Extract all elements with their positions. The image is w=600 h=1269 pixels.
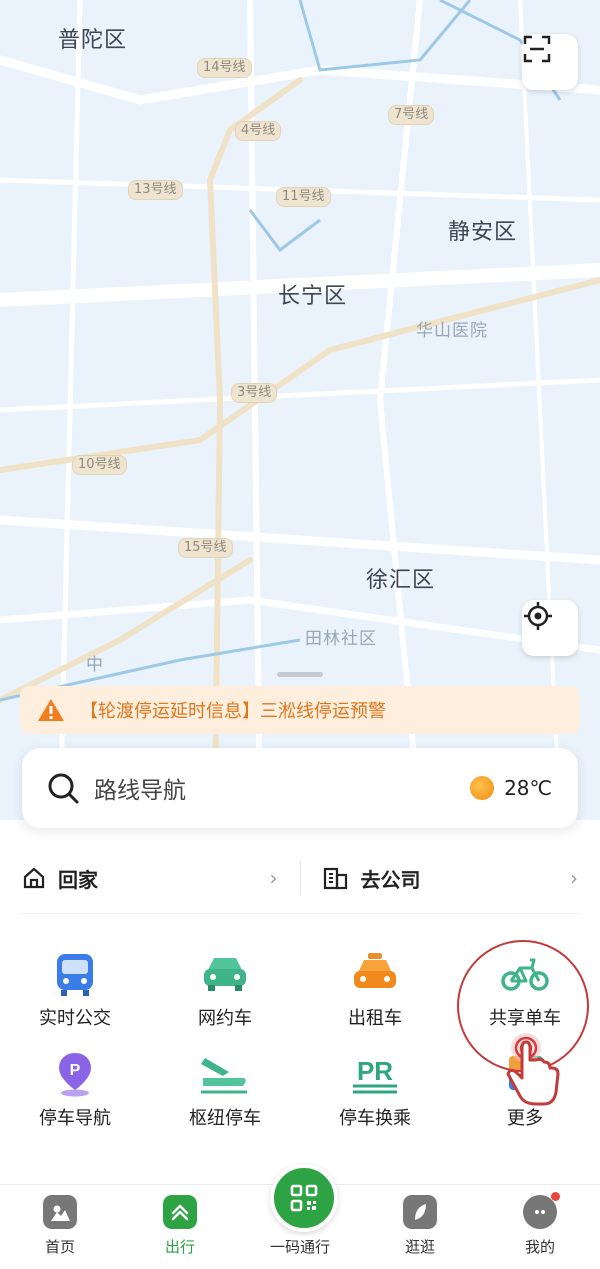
travel-icon bbox=[163, 1195, 197, 1229]
home-outline-icon bbox=[22, 866, 46, 890]
quick-destinations: 回家 › 去公司 › bbox=[0, 848, 600, 908]
service-parking-navigation[interactable]: P 停车导航 bbox=[0, 1048, 150, 1130]
temperature: 28℃ bbox=[504, 776, 552, 800]
go-home-label: 回家 bbox=[58, 864, 270, 893]
locate-button[interactable] bbox=[522, 600, 578, 656]
route-search-bar[interactable]: 路线导航 28℃ bbox=[22, 748, 578, 828]
chevron-right-icon: › bbox=[270, 866, 278, 890]
metro-line-label: 4号线 bbox=[235, 121, 281, 141]
tab-label: 首页 bbox=[0, 1236, 120, 1257]
search-placeholder: 路线导航 bbox=[94, 771, 470, 805]
explore-icon bbox=[403, 1195, 437, 1229]
metro-line-label: 15号线 bbox=[178, 538, 233, 558]
taxi-icon bbox=[350, 951, 400, 997]
service-ride-hailing[interactable]: 网约车 bbox=[150, 948, 300, 1030]
qr-code-icon bbox=[289, 1183, 319, 1213]
service-park-and-ride[interactable]: PR 停车换乘 bbox=[300, 1048, 450, 1130]
metro-line-label: 14号线 bbox=[197, 58, 252, 78]
tab-explore[interactable]: 逛逛 bbox=[360, 1195, 480, 1257]
service-label: 网约车 bbox=[150, 1004, 300, 1030]
district-label: 静安区 bbox=[448, 214, 517, 246]
qr-code-button[interactable] bbox=[270, 1164, 338, 1232]
tab-home[interactable]: 首页 bbox=[0, 1195, 120, 1257]
notice-text: 【轮渡停运延时信息】三淞线停运预警 bbox=[80, 697, 386, 723]
go-company-label: 去公司 bbox=[361, 864, 571, 893]
tab-travel[interactable]: 出行 bbox=[120, 1195, 240, 1257]
tab-one-code[interactable]: 一码通行 bbox=[240, 1229, 360, 1257]
service-label: 停车导航 bbox=[0, 1104, 150, 1130]
profile-icon bbox=[523, 1195, 557, 1229]
svg-text:PR: PR bbox=[357, 1056, 393, 1086]
service-hub-parking[interactable]: 枢纽停车 bbox=[150, 1048, 300, 1130]
scan-button[interactable] bbox=[522, 34, 578, 90]
service-taxi[interactable]: 出租车 bbox=[300, 948, 450, 1030]
divider bbox=[20, 913, 580, 914]
go-home-button[interactable]: 回家 › bbox=[0, 864, 300, 893]
service-bus[interactable]: 实时公交 bbox=[0, 948, 150, 1030]
service-label: 实时公交 bbox=[0, 1004, 150, 1030]
metro-line-label: 11号线 bbox=[276, 187, 331, 207]
service-label: 枢纽停车 bbox=[150, 1104, 300, 1130]
chevron-right-icon: › bbox=[570, 866, 578, 890]
tab-label: 出行 bbox=[120, 1236, 240, 1257]
tab-label: 逛逛 bbox=[360, 1236, 480, 1257]
notification-dot bbox=[551, 1192, 560, 1201]
go-company-button[interactable]: 去公司 › bbox=[301, 864, 600, 893]
parking-pin-icon: P bbox=[51, 1050, 99, 1098]
notice-banner[interactable]: 【轮渡停运延时信息】三淞线停运预警 bbox=[20, 686, 580, 734]
sheet-drag-handle[interactable] bbox=[277, 672, 323, 677]
metro-line-label: 3号线 bbox=[231, 383, 277, 403]
weather-widget[interactable]: 28℃ bbox=[470, 776, 552, 800]
poi-label: 田林社区 bbox=[305, 624, 377, 649]
search-icon bbox=[46, 771, 80, 805]
tab-profile[interactable]: 我的 bbox=[480, 1195, 600, 1257]
scan-icon bbox=[522, 34, 552, 64]
service-label: 出租车 bbox=[300, 1004, 450, 1030]
poi-label: 华山医院 bbox=[416, 316, 488, 341]
metro-line-label: 13号线 bbox=[128, 180, 183, 200]
sun-icon bbox=[470, 776, 494, 800]
tab-label: 我的 bbox=[480, 1236, 600, 1257]
tab-label: 一码通行 bbox=[240, 1236, 360, 1257]
car-icon bbox=[200, 952, 250, 996]
bus-icon bbox=[51, 950, 99, 998]
pr-icon: PR bbox=[349, 1052, 401, 1096]
service-label: 停车换乘 bbox=[300, 1104, 450, 1130]
building-icon bbox=[323, 866, 349, 890]
road-label: 中 bbox=[86, 650, 104, 675]
locate-icon bbox=[522, 600, 554, 632]
tap-hand-icon bbox=[500, 1030, 564, 1110]
district-label: 长宁区 bbox=[278, 278, 347, 310]
district-label: 徐汇区 bbox=[366, 562, 435, 594]
district-label: 普陀区 bbox=[58, 22, 127, 54]
train-parking-icon bbox=[199, 1052, 251, 1096]
metro-line-label: 10号线 bbox=[72, 455, 127, 475]
warning-icon bbox=[36, 697, 66, 723]
svg-text:P: P bbox=[70, 1062, 81, 1079]
home-icon bbox=[43, 1195, 77, 1229]
metro-line-label: 7号线 bbox=[388, 105, 434, 125]
